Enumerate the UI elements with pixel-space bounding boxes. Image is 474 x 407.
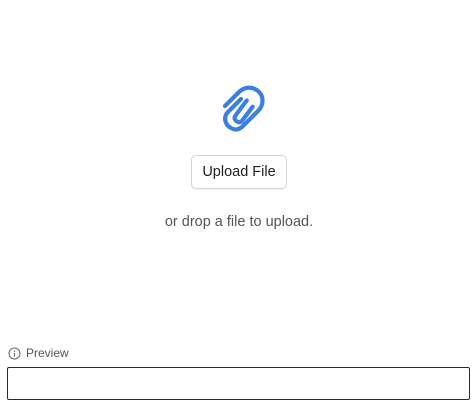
drop-zone[interactable]: Upload File or drop a file to upload.	[0, 0, 474, 330]
upload-file-button[interactable]: Upload File	[191, 155, 287, 189]
preview-field[interactable]	[7, 367, 470, 400]
preview-header: Preview	[8, 345, 69, 361]
paperclip-icon	[211, 82, 267, 136]
drop-hint-text: or drop a file to upload.	[164, 214, 314, 230]
file-upload-panel: Upload File or drop a file to upload. Pr…	[0, 0, 474, 407]
preview-label: Preview	[26, 346, 69, 360]
info-icon	[8, 347, 21, 360]
